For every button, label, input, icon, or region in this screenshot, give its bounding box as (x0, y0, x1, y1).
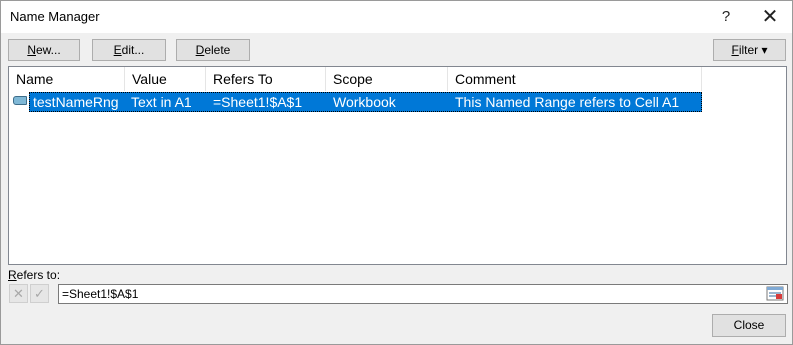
filter-button-accel: F (731, 43, 739, 57)
edit-button[interactable]: Edit... (92, 39, 166, 61)
name-manager-dialog: Name Manager ? ✕ New... Edit... Delete F… (0, 0, 793, 345)
filter-button-label: ilter ▾ (738, 43, 768, 57)
window-title: Name Manager (10, 9, 100, 24)
delete-button-label: elete (204, 43, 231, 57)
filter-button[interactable]: Filter ▾ (713, 39, 786, 61)
cell-comment: This Named Range refers to Cell A1 (455, 94, 680, 110)
cancel-edit-icon[interactable]: ✕ (9, 284, 28, 303)
refers-to-label-text: efers to: (16, 268, 61, 282)
delete-button-accel: D (195, 43, 205, 57)
new-button-accel: N (27, 43, 36, 57)
edit-button-accel: E (113, 43, 122, 57)
confirm-edit-icon[interactable]: ✓ (30, 284, 49, 303)
cell-name: testNameRng (33, 94, 119, 110)
cell-value: Text in A1 (131, 94, 192, 110)
collapse-dialog-icon[interactable] (766, 286, 784, 302)
title-bar: Name Manager ? ✕ (1, 1, 792, 33)
column-header-name[interactable]: Name (9, 67, 125, 91)
column-header-comment[interactable]: Comment (448, 67, 702, 91)
close-button[interactable]: Close (712, 314, 786, 337)
cell-refers-to: =Sheet1!$A$1 (213, 94, 303, 110)
refers-to-label: Refers to: (8, 268, 60, 282)
table-row[interactable]: testNameRng Text in A1 =Sheet1!$A$1 Work… (29, 92, 702, 112)
refers-to-accel: R (8, 268, 17, 282)
cell-scope: Workbook (333, 94, 396, 110)
names-list[interactable]: Name Value Refers To Scope Comment testN… (8, 66, 787, 265)
column-header-value[interactable]: Value (125, 67, 206, 91)
close-icon[interactable]: ✕ (750, 1, 790, 33)
named-range-icon (13, 96, 27, 105)
help-button[interactable]: ? (706, 1, 746, 33)
column-header-scope[interactable]: Scope (326, 67, 448, 91)
delete-button[interactable]: Delete (176, 39, 250, 61)
column-header-refers-to[interactable]: Refers To (206, 67, 326, 91)
new-button[interactable]: New... (8, 39, 80, 61)
edit-button-label: dit... (121, 43, 145, 57)
new-button-label: ew... (35, 43, 61, 57)
refers-to-input[interactable]: =Sheet1!$A$1 (58, 284, 788, 304)
